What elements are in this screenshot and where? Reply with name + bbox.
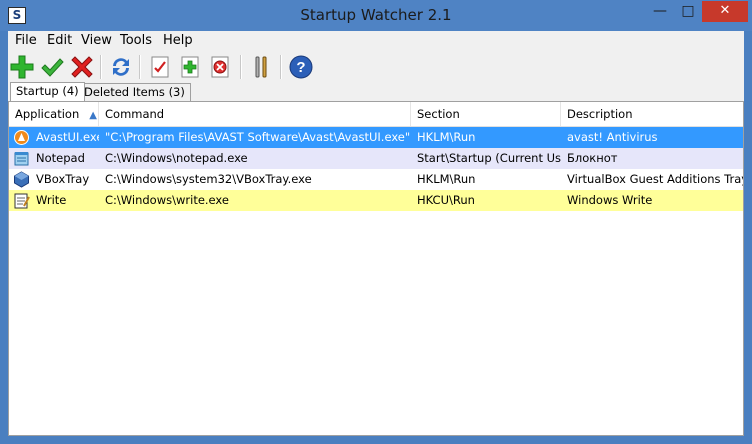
sort-ascending-icon: ▲: [89, 110, 97, 121]
help-icon: ?: [289, 55, 313, 79]
client-area: File Edit View Tools Help ? Startup (4) …: [8, 31, 744, 436]
add-icon: [10, 55, 34, 79]
cell-description: Блокнот: [567, 151, 618, 165]
delete-item-button[interactable]: [207, 54, 233, 80]
close-button[interactable]: ✕: [702, 1, 748, 22]
maximize-button[interactable]: □: [675, 1, 701, 21]
table-row[interactable]: VBoxTray C:\Windows\system32\VBoxTray.ex…: [9, 169, 743, 190]
list-header: Application ▲ Command Section Description: [9, 102, 743, 127]
toolbar-separator: [240, 55, 242, 79]
cell-application: AvastUI.exe: [36, 130, 99, 144]
menu-view[interactable]: View: [81, 33, 112, 48]
enable-button[interactable]: [39, 54, 65, 80]
delete-document-icon: [211, 56, 229, 78]
new-document-check-icon: [151, 56, 169, 78]
virtualbox-icon: [14, 171, 29, 188]
new-item-button[interactable]: [177, 54, 203, 80]
cell-section: HKLM\Run: [417, 130, 476, 144]
cell-section: HKLM\Run: [417, 172, 476, 186]
title-bar[interactable]: S Startup Watcher 2.1 — □ ✕: [0, 0, 752, 31]
cell-application: Notepad: [36, 151, 85, 165]
tab-startup[interactable]: Startup (4): [10, 82, 85, 101]
new-document-add-icon: [181, 56, 199, 78]
cell-command: "C:\Program Files\AVAST Software\Avast\A…: [105, 130, 411, 144]
column-header-label: Section: [417, 107, 460, 121]
remove-button[interactable]: [69, 54, 95, 80]
tools-settings-icon: [255, 56, 267, 78]
cell-section: Start\Startup (Current User): [417, 151, 561, 165]
minimize-button[interactable]: —: [647, 1, 673, 21]
toolbar-separator: [139, 55, 141, 79]
write-icon: [14, 193, 30, 209]
app-window: S Startup Watcher 2.1 — □ ✕ File Edit Vi…: [0, 0, 752, 444]
cell-description: VirtualBox Guest Additions Tray Applicat…: [567, 172, 743, 186]
settings-button[interactable]: [248, 54, 274, 80]
help-button[interactable]: ?: [288, 54, 314, 80]
add-button[interactable]: [9, 54, 35, 80]
cell-application: Write: [36, 193, 67, 207]
refresh-button[interactable]: [108, 54, 134, 80]
menu-tools[interactable]: Tools: [120, 33, 152, 48]
cell-application: VBoxTray: [36, 172, 90, 186]
avast-icon: [14, 130, 29, 145]
toolbar-separator: [100, 55, 102, 79]
table-row[interactable]: AvastUI.exe "C:\Program Files\AVAST Soft…: [9, 127, 743, 148]
notepad-icon: [14, 152, 29, 166]
menu-edit[interactable]: Edit: [47, 33, 72, 48]
cell-section: HKCU\Run: [417, 193, 475, 207]
menu-help[interactable]: Help: [163, 33, 193, 48]
enable-check-icon: [41, 58, 64, 77]
refresh-icon: [113, 58, 129, 76]
cell-command: C:\Windows\write.exe: [105, 193, 229, 207]
menu-file[interactable]: File: [15, 33, 37, 48]
remove-x-icon: [71, 56, 93, 78]
column-header-command[interactable]: Command: [99, 102, 411, 126]
tab-strip: Startup (4) Deleted Items (3): [8, 82, 744, 102]
column-header-label: Command: [105, 107, 165, 121]
column-header-label: Application: [15, 107, 80, 121]
table-row[interactable]: Notepad C:\Windows\notepad.exe Start\Sta…: [9, 148, 743, 169]
tab-deleted-items[interactable]: Deleted Items (3): [78, 83, 191, 101]
cell-command: C:\Windows\notepad.exe: [105, 151, 248, 165]
column-header-application[interactable]: Application ▲: [9, 102, 99, 126]
toolbar-separator: [280, 55, 282, 79]
cell-command: C:\Windows\system32\VBoxTray.exe: [105, 172, 312, 186]
column-header-label: Description: [567, 107, 633, 121]
menu-bar: File Edit View Tools Help: [8, 31, 744, 51]
startup-list-view: Application ▲ Command Section Description…: [8, 101, 744, 436]
window-title: Startup Watcher 2.1: [300, 6, 452, 24]
cell-description: avast! Antivirus: [567, 130, 658, 144]
cell-description: Windows Write: [567, 193, 653, 207]
column-header-section[interactable]: Section: [411, 102, 561, 126]
svg-text:?: ?: [296, 59, 305, 76]
column-header-description[interactable]: Description: [561, 102, 743, 126]
new-enabled-item-button[interactable]: [147, 54, 173, 80]
toolbar: ?: [8, 51, 744, 83]
table-row[interactable]: Write C:\Windows\write.exe HKCU\Run Wind…: [9, 190, 743, 211]
